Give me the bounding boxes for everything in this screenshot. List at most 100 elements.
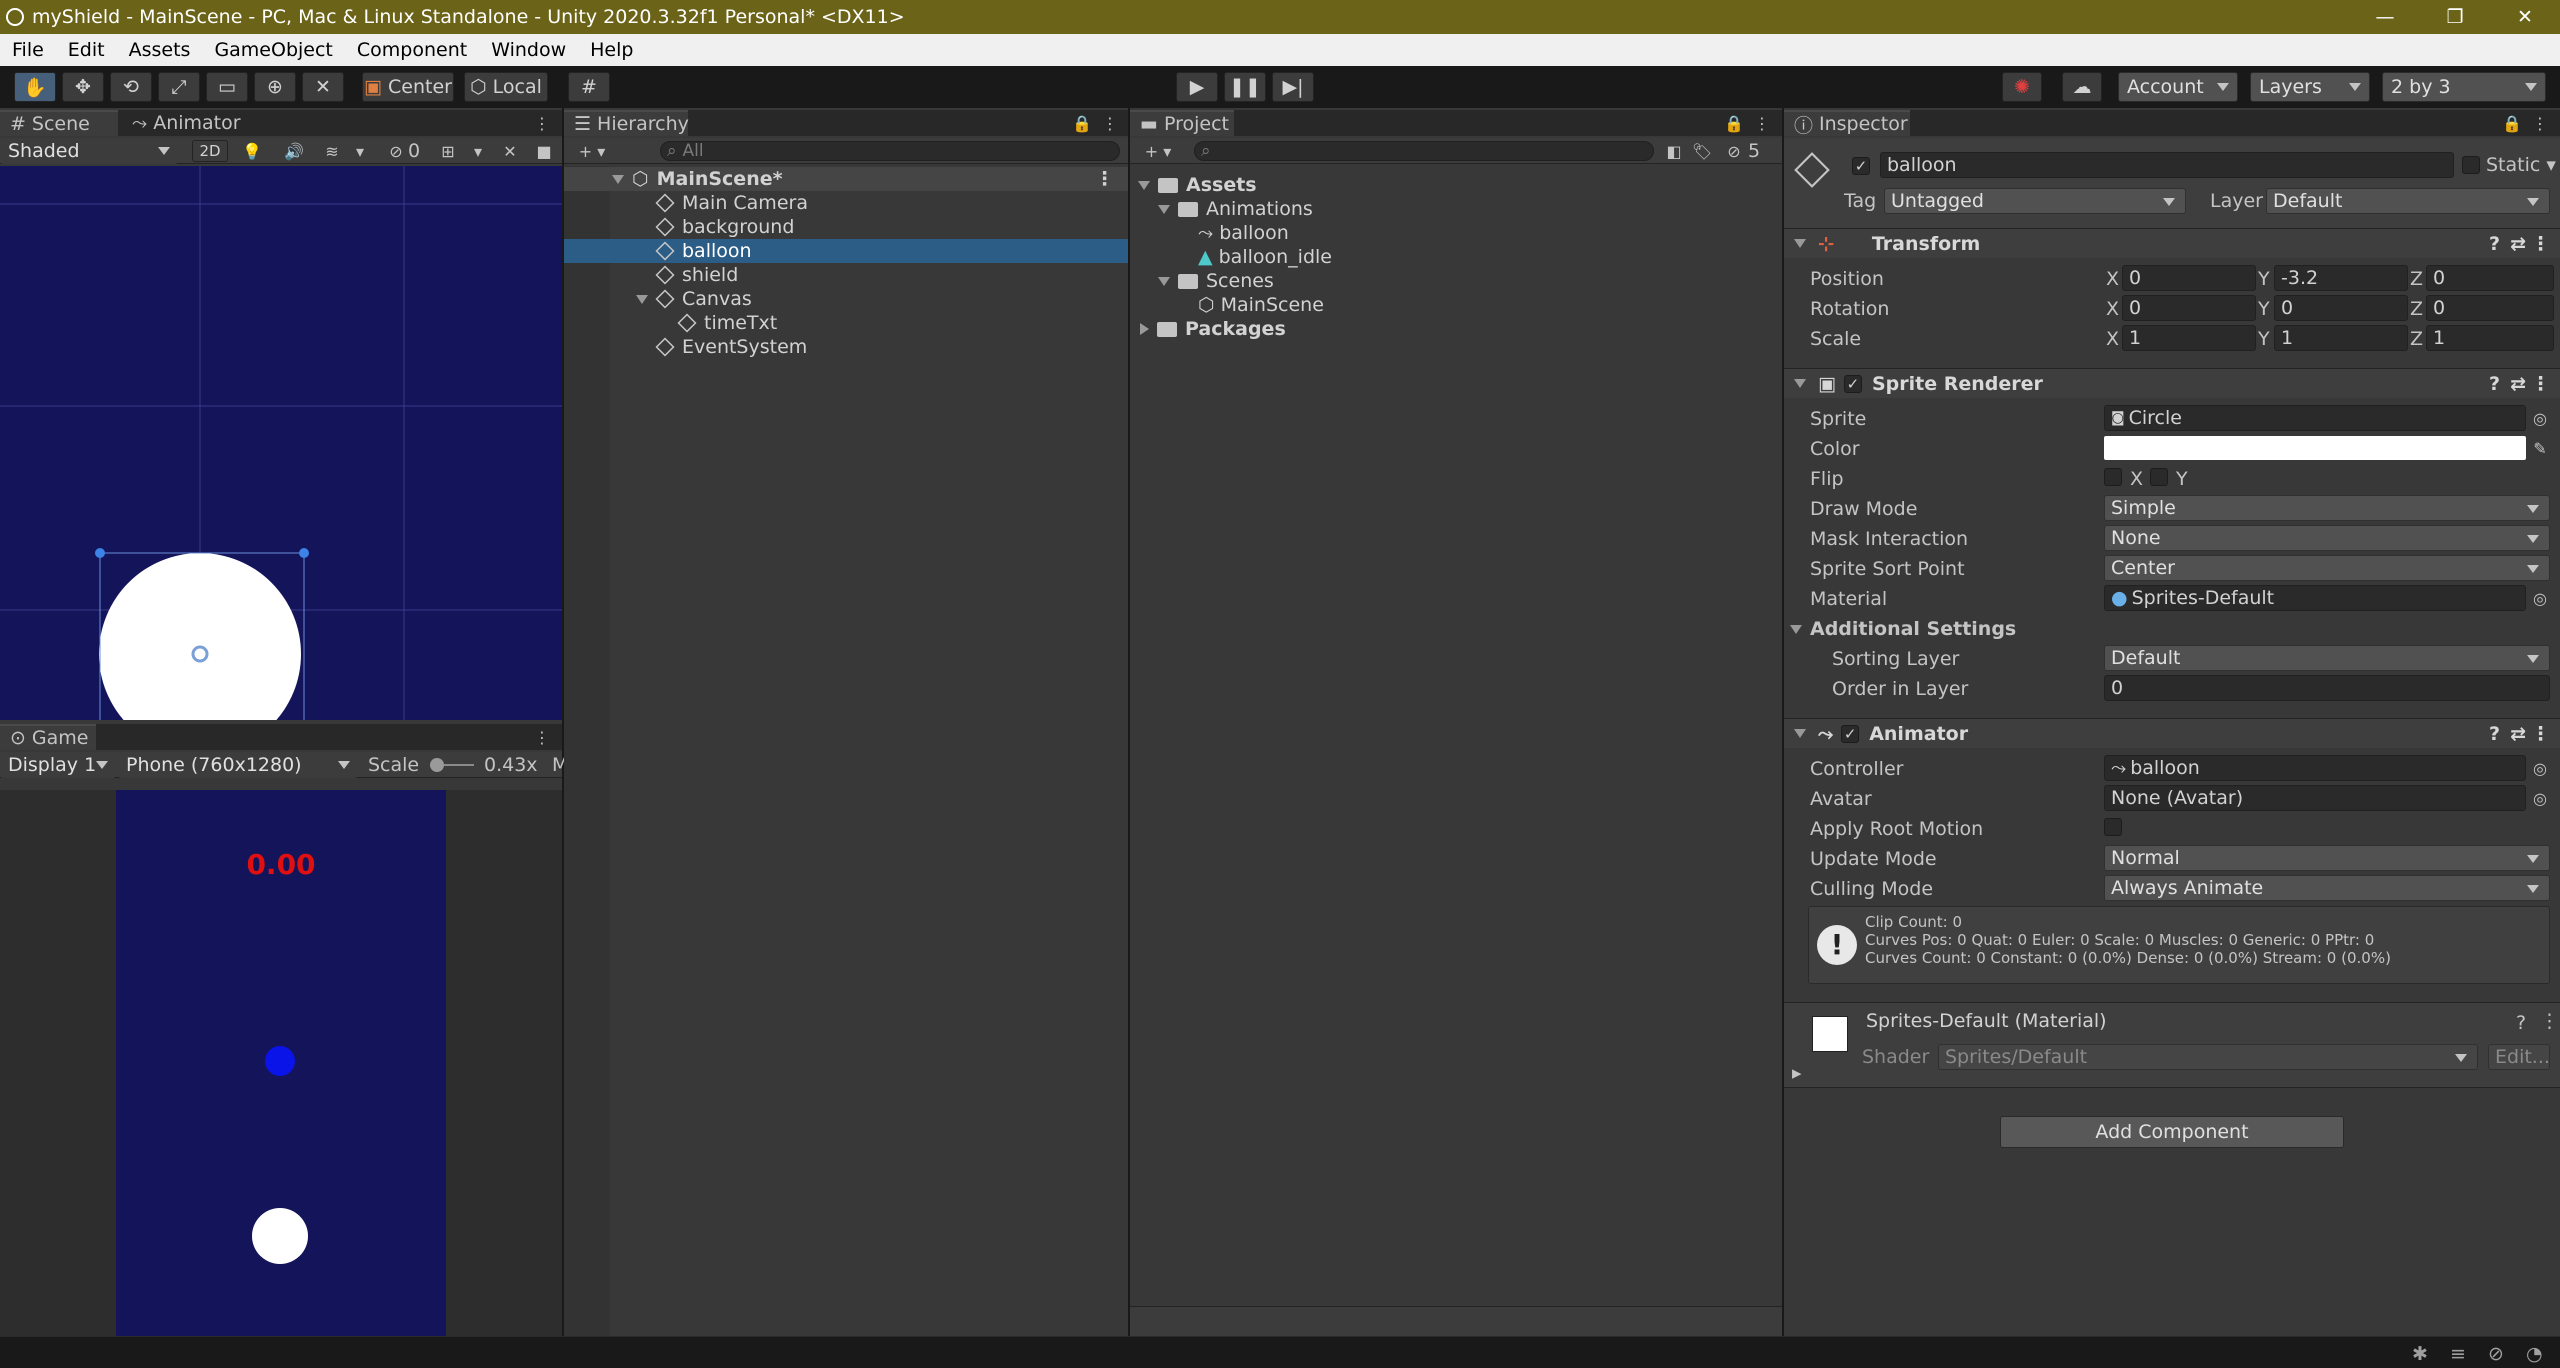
grid-toggle-icon[interactable]: ⊞: [438, 141, 458, 161]
minimize-button[interactable]: —: [2350, 0, 2420, 34]
help-icon[interactable]: ?: [2489, 373, 2500, 395]
pivot-center-button[interactable]: ▣ Center: [362, 72, 454, 102]
project-folder-packages[interactable]: Packages: [1130, 317, 1286, 341]
kebab-menu-icon[interactable]: ⋮: [532, 727, 552, 747]
layer-dropdown[interactable]: Default: [2266, 188, 2550, 214]
static-dropdown[interactable]: Static ▾: [2486, 154, 2556, 176]
move-tool-icon[interactable]: ✥: [62, 72, 104, 102]
mask-interaction-dropdown[interactable]: None: [2104, 525, 2550, 551]
layers-dropdown[interactable]: Layers: [2250, 72, 2370, 102]
lock-icon[interactable]: 🔒: [1072, 113, 1092, 133]
order-in-layer-field[interactable]: 0: [2104, 675, 2550, 701]
tab-hierarchy[interactable]: ☰ Hierarchy: [564, 110, 689, 136]
hierarchy-search-input[interactable]: ⌕ All: [660, 141, 1120, 161]
active-checkbox[interactable]: ✓: [1852, 157, 1870, 175]
expand-icon[interactable]: [1794, 729, 1806, 738]
tab-animator[interactable]: ⤳ Animator: [122, 110, 251, 136]
draw-mode-dropdown[interactable]: Simple: [2104, 495, 2550, 521]
presets-icon[interactable]: ⇄: [2510, 373, 2526, 395]
menu-help[interactable]: Help: [578, 39, 645, 61]
presets-icon[interactable]: ⇄: [2510, 723, 2526, 745]
apply-root-motion-checkbox[interactable]: [2104, 818, 2122, 836]
progress-icon[interactable]: ◔: [2526, 1343, 2543, 1365]
collapse-icon[interactable]: [1140, 323, 1149, 335]
animator-enabled-checkbox[interactable]: ✓: [1841, 724, 1860, 743]
color-swatch[interactable]: [2104, 436, 2526, 460]
expand-icon[interactable]: [1790, 624, 1802, 634]
sorting-layer-dropdown[interactable]: Default: [2104, 645, 2550, 671]
kebab-menu-icon[interactable]: ⋮: [1100, 113, 1120, 133]
hierarchy-item-eventsystem[interactable]: EventSystem: [564, 335, 1128, 359]
menu-assets[interactable]: Assets: [117, 39, 203, 61]
help-icon[interactable]: ?: [2489, 233, 2500, 255]
grid-dropdown-icon[interactable]: ▾: [468, 141, 488, 161]
position-z-field[interactable]: 0: [2426, 265, 2554, 291]
shading-dropdown[interactable]: Shaded: [0, 138, 178, 164]
kebab-menu-icon[interactable]: ⋮: [1752, 113, 1772, 133]
expand-icon[interactable]: [1794, 239, 1806, 248]
kebab-menu-icon[interactable]: ⋮: [2531, 233, 2550, 255]
toggle-2d-button[interactable]: 2D: [192, 140, 228, 162]
balloon-sprite[interactable]: [99, 553, 301, 720]
sprite-renderer-enabled-checkbox[interactable]: ✓: [1843, 374, 1862, 393]
pause-button[interactable]: ❚❚: [1224, 72, 1266, 102]
project-item-balloon-controller[interactable]: ⤳ balloon: [1130, 221, 1289, 245]
transform-tool-icon[interactable]: ⊕: [254, 72, 296, 102]
tab-project[interactable]: ▬ Project: [1130, 110, 1234, 136]
add-icon[interactable]: + ▾: [1138, 141, 1178, 161]
scale-z-field[interactable]: 1: [2426, 325, 2554, 351]
pivot-local-button[interactable]: ⬡ Local: [464, 72, 548, 102]
tools-icon[interactable]: ✕: [500, 141, 520, 161]
expand-icon[interactable]: [636, 294, 648, 304]
tab-game[interactable]: ⊙ Game: [0, 724, 96, 750]
update-mode-dropdown[interactable]: Normal: [2104, 845, 2550, 871]
flip-x-checkbox[interactable]: [2104, 468, 2122, 486]
rotate-tool-icon[interactable]: ⟲: [110, 72, 152, 102]
hierarchy-item-main-camera[interactable]: Main Camera: [564, 191, 1128, 215]
scene-viewport[interactable]: [0, 166, 562, 720]
sprite-object-field[interactable]: ◙ Circle: [2104, 405, 2526, 431]
restore-button[interactable]: ❐: [2420, 0, 2490, 34]
lock-icon[interactable]: 🔒: [1724, 113, 1744, 133]
collab-icon[interactable]: ✺: [2002, 72, 2042, 102]
menu-edit[interactable]: Edit: [56, 39, 117, 61]
eyedropper-icon[interactable]: ✎: [2530, 438, 2550, 458]
effects-icon[interactable]: ≋: [322, 141, 342, 161]
expand-icon[interactable]: [1794, 379, 1806, 388]
scale-x-field[interactable]: 1: [2122, 325, 2256, 351]
game-screen[interactable]: 0.00: [116, 790, 446, 1336]
camera-icon[interactable]: ■: [534, 141, 554, 161]
sort-point-dropdown[interactable]: Center: [2104, 555, 2550, 581]
hidden-objects-icon[interactable]: ⊘: [386, 141, 406, 161]
rotation-y-field[interactable]: 0: [2274, 295, 2408, 321]
menu-gameobject[interactable]: GameObject: [202, 39, 344, 61]
additional-settings-foldout[interactable]: Additional Settings: [1790, 618, 2016, 640]
scale-y-field[interactable]: 1: [2274, 325, 2408, 351]
edit-shader-button[interactable]: Edit...: [2488, 1044, 2550, 1070]
audio-icon[interactable]: 🔊: [284, 141, 304, 161]
filter-type-icon[interactable]: ◧: [1664, 141, 1684, 161]
scale-tool-icon[interactable]: ⤢: [158, 72, 200, 102]
hierarchy-item-shield[interactable]: shield: [564, 263, 1128, 287]
project-folder-scenes[interactable]: Scenes: [1130, 269, 1274, 293]
effects-dropdown-icon[interactable]: ▾: [350, 141, 370, 161]
bug-icon[interactable]: ✱: [2412, 1343, 2428, 1365]
grid-snap-icon[interactable]: #: [568, 72, 610, 102]
hand-tool-icon[interactable]: ✋: [14, 72, 56, 102]
filter-label-icon[interactable]: 🏷: [1692, 141, 1712, 161]
kebab-menu-icon[interactable]: ⋮: [532, 113, 552, 133]
scene-root-row[interactable]: ⬡ MainScene* ⋮: [564, 167, 1128, 191]
presets-icon[interactable]: ⇄: [2510, 233, 2526, 255]
scale-slider-thumb[interactable]: [430, 758, 444, 772]
expand-icon[interactable]: [1138, 180, 1150, 190]
tab-inspector[interactable]: ⓘ Inspector: [1784, 110, 1910, 137]
static-checkbox[interactable]: [2462, 156, 2480, 174]
lock-icon[interactable]: 🔒: [2502, 113, 2522, 133]
sprite-renderer-header[interactable]: ▣ ✓ Sprite Renderer ? ⇄ ⋮: [1784, 368, 2560, 398]
resolution-dropdown[interactable]: Phone (760x1280): [118, 752, 358, 778]
object-picker-icon[interactable]: ◎: [2530, 408, 2550, 428]
layers-status-icon[interactable]: ≡: [2450, 1343, 2466, 1365]
object-picker-icon[interactable]: ◎: [2530, 788, 2550, 808]
add-icon[interactable]: + ▾: [572, 141, 612, 161]
tag-dropdown[interactable]: Untagged: [1884, 188, 2186, 214]
